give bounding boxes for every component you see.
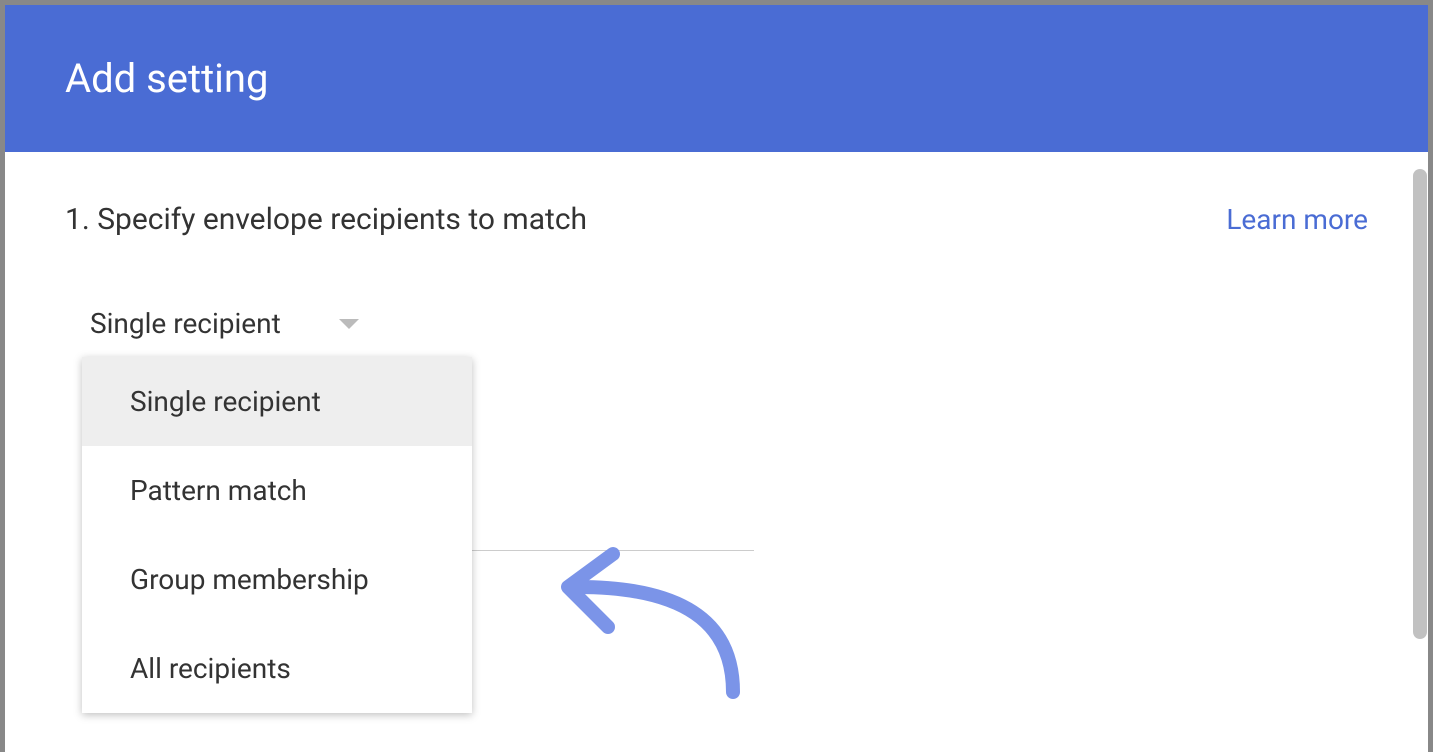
recipient-dropdown: Single recipient Single recipient Patter… [90,307,1368,340]
modal-title: Add setting [65,55,1368,102]
dropdown-selected[interactable]: Single recipient [90,307,1368,340]
dropdown-option-single-recipient[interactable]: Single recipient [82,357,472,446]
annotation-arrow-icon [553,542,753,702]
modal-header: Add setting [5,5,1428,152]
step-row: 1. Specify envelope recipients to match … [65,202,1368,237]
scrollbar-thumb[interactable] [1413,169,1427,639]
dropdown-option-pattern-match[interactable]: Pattern match [82,446,472,535]
dropdown-selected-label: Single recipient [90,307,281,340]
dropdown-option-group-membership[interactable]: Group membership [82,535,472,624]
add-setting-modal: Add setting 1. Specify envelope recipien… [5,5,1428,752]
step-text: Specify envelope recipients to match [97,202,587,237]
step-label: 1. Specify envelope recipients to match [65,202,587,237]
scrollbar-track[interactable] [1412,169,1428,752]
modal-body: 1. Specify envelope recipients to match … [5,152,1428,752]
learn-more-link[interactable]: Learn more [1226,203,1368,236]
dropdown-option-all-recipients[interactable]: All recipients [82,624,472,713]
chevron-down-icon [339,319,359,329]
step-number: 1. [65,202,90,237]
dropdown-menu: Single recipient Pattern match Group mem… [82,357,472,713]
